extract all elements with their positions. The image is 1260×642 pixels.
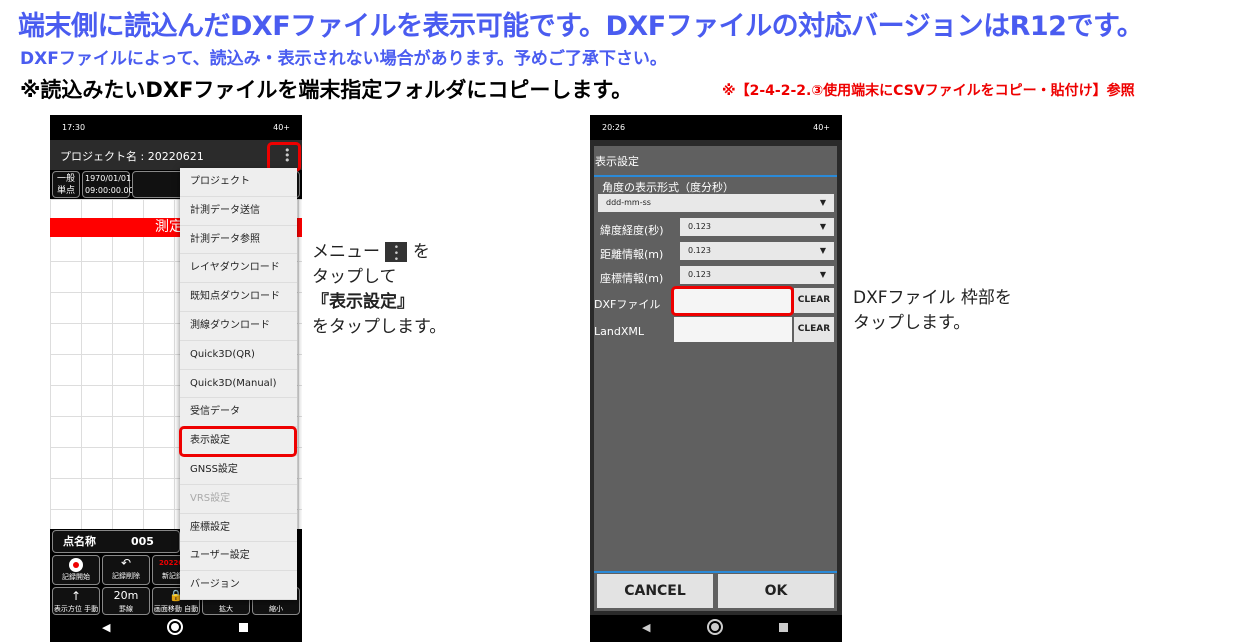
footer-divider: [594, 571, 837, 573]
project-title: プロジェクト名 : 20220621: [60, 150, 204, 163]
home-nav-icon[interactable]: [707, 619, 723, 635]
direction-button[interactable]: ↑ 表示方位 手動: [52, 587, 100, 615]
heading-line3: ※読込みたいDXFファイルを端末指定フォルダにコピーします。: [20, 78, 633, 102]
menu-item[interactable]: バージョン: [180, 571, 297, 600]
dxf-label: DXFファイル: [594, 298, 661, 311]
instruction-note-2: DXFファイル 枠部を タップします。: [853, 288, 1012, 333]
highlight-dxf-input: [671, 286, 794, 316]
menu-item[interactable]: GNSS設定: [180, 456, 297, 485]
phone-screenshot-settings: 20:26 40+ 表示設定 角度の表示形式（度分秒） ddd-mm-ss ▼ 緯…: [590, 115, 842, 642]
ok-button[interactable]: OK: [718, 574, 834, 608]
overflow-menu: プロジェクト 計測データ送信 計測データ参照 レイヤダウンロード 既知点ダウンロード 測線…: [180, 168, 297, 600]
menu-item[interactable]: プロジェクト: [180, 168, 297, 197]
phone-screenshot-menu: 17:30 40+ プロジェクト名 : 20220621 • • • 一般 単点 19…: [50, 115, 302, 642]
latlon-precision-select[interactable]: 0.123 ▼: [680, 218, 834, 236]
coordinate-label: 座標情報(m): [600, 272, 664, 285]
recents-nav-icon[interactable]: [239, 623, 248, 632]
gridline-button[interactable]: 20m 罫線: [102, 587, 150, 615]
angle-format-label: 角度の表示形式（度分秒）: [602, 181, 734, 194]
heading-line2: DXFファイルによって、読込み・表示されない場合があります。予めご了承下さい。: [20, 49, 667, 69]
angle-format-select[interactable]: ddd-mm-ss ▼: [598, 194, 834, 212]
dialog-title: 表示設定: [595, 155, 639, 168]
menu-item[interactable]: 座標設定: [180, 514, 297, 543]
menu-item[interactable]: 計測データ送信: [180, 197, 297, 226]
distance-label: 距離情報(m): [600, 248, 664, 261]
status-bar: 17:30: [62, 123, 86, 132]
menu-item[interactable]: ユーザー設定: [180, 542, 297, 572]
mode-button[interactable]: 一般 単点: [52, 171, 80, 198]
record-start-button[interactable]: 記録開始: [52, 555, 100, 585]
menu-item[interactable]: 受信データ: [180, 398, 297, 428]
highlight-display-settings: [179, 426, 297, 457]
recents-nav-icon[interactable]: [779, 623, 788, 632]
menu-item: VRS設定: [180, 485, 297, 514]
back-nav-icon[interactable]: ◀: [102, 621, 110, 634]
heading-line1: 端末側に読込んだDXFファイルを表示可能です。DXFファイルの対応バージョンはR…: [18, 11, 1144, 42]
latlon-label: 緯度経度(秒): [600, 224, 664, 237]
distance-precision-select[interactable]: 0.123 ▼: [680, 242, 834, 260]
status-icons: 40+: [273, 123, 290, 132]
display-settings-dialog: 表示設定 角度の表示形式（度分秒） ddd-mm-ss ▼ 緯度経度(秒) 0.1…: [594, 146, 837, 611]
coordinate-precision-select[interactable]: 0.123 ▼: [680, 266, 834, 284]
status-icons: 40+: [813, 123, 830, 132]
cancel-button[interactable]: CANCEL: [597, 574, 713, 608]
home-nav-icon[interactable]: [167, 619, 183, 635]
instruction-note-1: メニュー • • • を タップして 『表示設定』 をタップします。: [312, 242, 447, 337]
title-divider: [594, 175, 837, 177]
record-delete-button[interactable]: ↶ 記録削除: [102, 555, 150, 585]
point-name-field[interactable]: 点名称 005: [52, 530, 180, 553]
menu-item[interactable]: レイヤダウンロード: [180, 254, 297, 284]
status-bar: 20:26: [602, 123, 626, 132]
landxml-input[interactable]: [674, 317, 792, 342]
menu-item[interactable]: Quick3D(QR): [180, 341, 297, 370]
dxf-clear-button[interactable]: CLEAR: [794, 288, 834, 313]
menu-item[interactable]: 計測データ参照: [180, 226, 297, 255]
reference-note: ※【2-4-2-2.③使用端末にCSVファイルをコピー・貼付け】参照: [722, 83, 1135, 99]
landxml-clear-button[interactable]: CLEAR: [794, 317, 834, 342]
datetime-display: 1970/01/01 09:00:00.00: [82, 171, 134, 198]
menu-item[interactable]: 既知点ダウンロード: [180, 283, 297, 312]
menu-icon-sample: • • •: [385, 242, 408, 265]
back-nav-icon[interactable]: ◀: [642, 621, 650, 634]
menu-item[interactable]: 測線ダウンロード: [180, 312, 297, 341]
menu-item[interactable]: Quick3D(Manual): [180, 370, 297, 399]
landxml-label: LandXML: [594, 325, 644, 338]
